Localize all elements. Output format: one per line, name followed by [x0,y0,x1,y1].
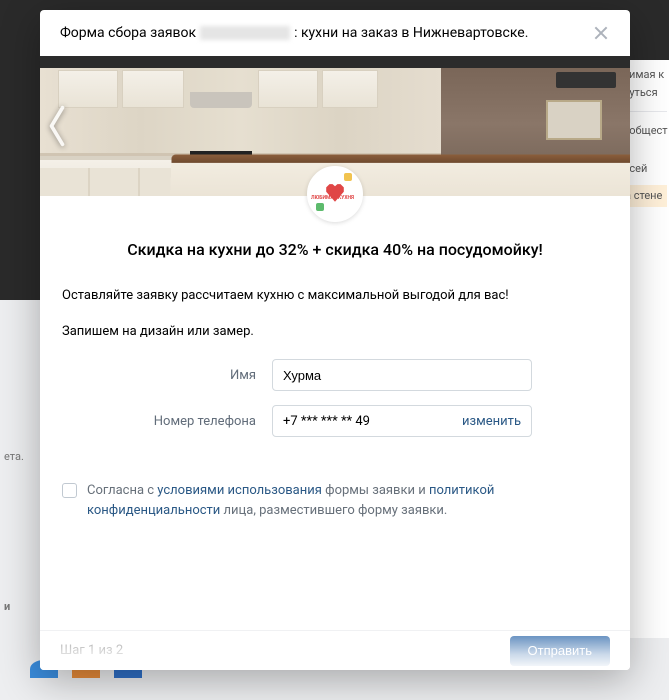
modal-title-suffix: : кухни на заказ в Нижневартовске. [294,25,528,41]
consent-fragment: лица, разместившего форму заявки. [220,503,447,518]
consent-text: Согласна с условиями использования формы… [87,481,608,520]
hero-prev-chevron-icon[interactable] [46,104,68,148]
heart-icon [324,183,346,205]
submit-button[interactable]: Отправить [510,636,610,666]
phone-field: +7 *** *** ** 49 изменить [272,405,532,437]
modal-footer: Шаг 1 из 2 Отправить [40,630,630,670]
close-icon[interactable] [592,24,610,42]
modal-title-prefix: Форма сбора заявок [60,25,196,41]
lead-form-modal: Форма сбора заявок : кухни на заказ в Ни… [40,10,630,670]
community-avatar: ЛЮБИМАЯ КУХНЯ [307,166,363,222]
avatar-text: ЛЮБИМАЯ КУХНЯ [311,196,354,201]
form-row-phone: Номер телефона +7 *** *** ** 49 изменить [62,405,608,437]
modal-header: Форма сбора заявок : кухни на заказ в Ни… [40,10,630,56]
name-label: Имя [62,368,272,383]
step-indicator: Шаг 1 из 2 [60,643,123,658]
bg-text: ета. [4,450,24,463]
form-paragraph: Оставляйте заявку рассчитаем кухню с мак… [62,287,608,305]
consent-fragment: Согласна с [87,483,157,498]
consent-fragment: формы заявки и [322,483,429,498]
consent-checkbox[interactable] [62,483,77,498]
form-headline: Скидка на кухни до 32% + скидка 40% на п… [62,240,608,259]
terms-link[interactable]: условиями использования [157,483,322,498]
phone-change-link[interactable]: изменить [462,414,521,429]
consent-row: Согласна с условиями использования формы… [62,481,608,560]
redacted-brand-name [200,26,290,40]
name-input[interactable] [272,359,532,391]
form-row-name: Имя [62,359,608,391]
modal-content: Скидка на кухни до 32% + скидка 40% на п… [40,196,630,630]
phone-label: Номер телефона [62,414,272,429]
form-paragraph: Запишем на дизайн или замер. [62,323,608,341]
bg-text: и [4,600,10,613]
phone-masked-value: +7 *** *** ** 49 [283,414,462,429]
